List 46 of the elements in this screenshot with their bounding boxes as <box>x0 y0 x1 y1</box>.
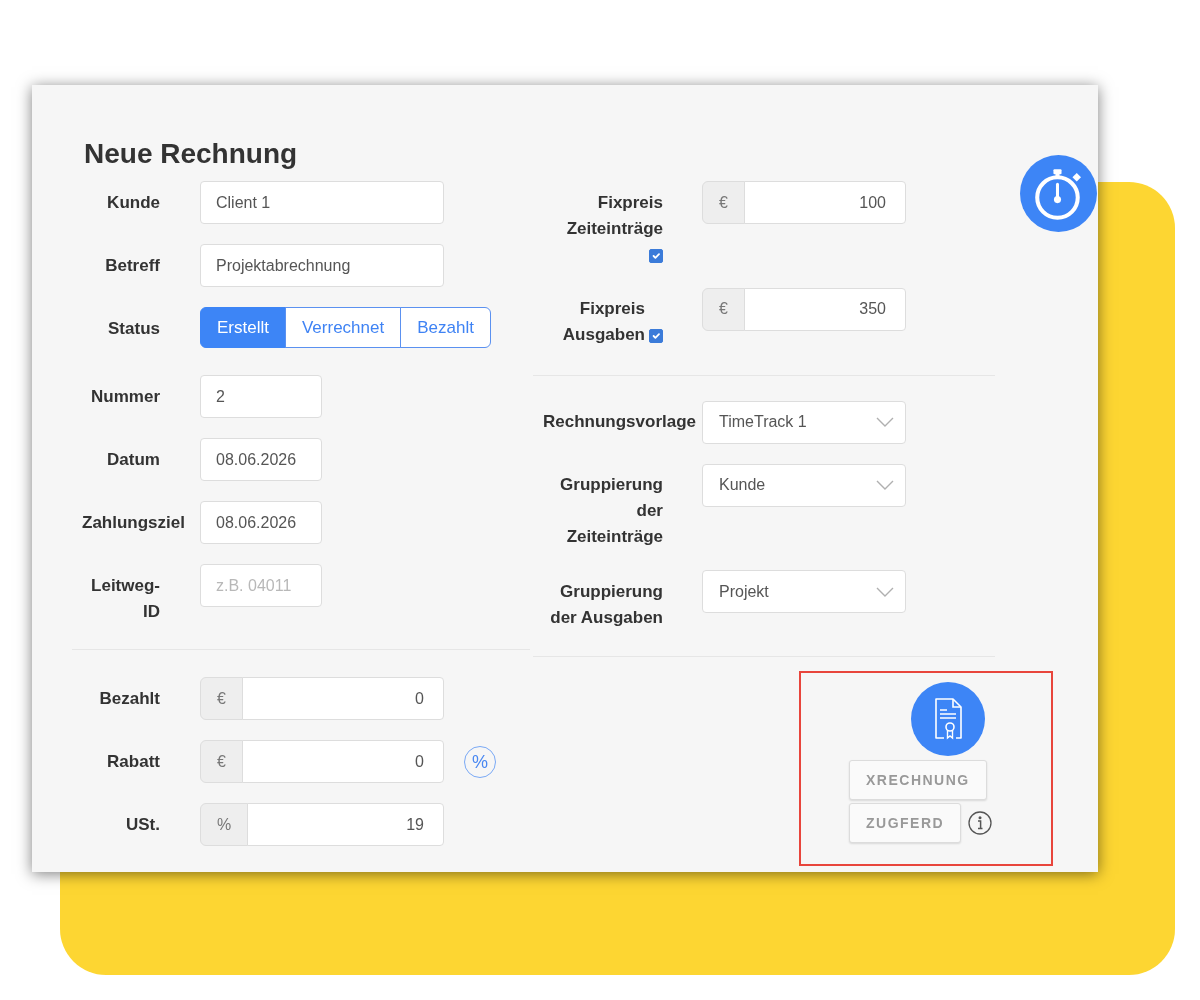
field-label: Status <box>108 318 160 338</box>
amount-field[interactable]: 0 <box>241 740 444 784</box>
field-label: Nummer <box>91 386 160 406</box>
field-label: Gruppierung der Ausgaben <box>550 581 663 627</box>
field-label: Rechnungsvorlage <box>543 412 697 432</box>
field-label: Datum <box>107 449 160 469</box>
fixed-price-checkbox[interactable] <box>649 248 663 263</box>
form-title: Neue Rechnung <box>84 136 298 171</box>
certificate-document-icon <box>911 682 985 757</box>
field-label: Gruppierung der Zeiteinträge <box>560 475 663 547</box>
field-label: USt. <box>126 814 160 834</box>
chevron-down-icon <box>876 417 894 428</box>
fixed-price-checkbox[interactable] <box>649 329 663 344</box>
status-button[interactable]: Bezahlt <box>400 307 491 349</box>
dropdown-field[interactable]: TimeTrack 1 <box>702 400 906 444</box>
info-icon[interactable] <box>968 811 993 836</box>
amount-field[interactable]: 100 <box>743 181 906 225</box>
field-label: Fixpreis Zeiteinträge <box>565 191 663 240</box>
amount-field[interactable]: 0 <box>241 677 444 721</box>
field-label: Bezahlt <box>99 688 160 708</box>
field-label: Betreff <box>105 255 160 275</box>
input-field[interactable]: 08.06.2026 <box>200 501 322 545</box>
field-label: Zahlungsziel <box>82 512 185 532</box>
amount-field[interactable]: 350 <box>743 287 906 331</box>
dropdown-field[interactable]: Projekt <box>702 570 906 614</box>
field-label: Kunde <box>107 192 160 212</box>
status-button[interactable]: Verrechnet <box>284 307 402 349</box>
field-label: Rabatt <box>107 751 160 771</box>
field-label: Leitweg-ID <box>91 575 160 621</box>
status-button[interactable]: Erstellt <box>200 307 286 349</box>
input-field[interactable]: z.B. 04011 <box>200 564 322 608</box>
stopwatch-icon[interactable] <box>1020 155 1097 232</box>
input-field[interactable]: 08.06.2026 <box>200 438 322 482</box>
chevron-down-icon <box>876 480 894 491</box>
input-prefix: € <box>200 740 243 784</box>
input-prefix: € <box>200 677 243 721</box>
amount-field[interactable]: 19 <box>247 803 444 847</box>
input-field[interactable]: 2 <box>200 375 322 419</box>
input-prefix: % <box>200 803 249 847</box>
field-label: Fixpreis Ausgaben <box>561 298 645 347</box>
dropdown-field[interactable]: Kunde <box>702 463 906 507</box>
chevron-down-icon <box>876 586 894 597</box>
input-field[interactable]: Projektabrechnung <box>200 244 444 288</box>
input-field[interactable]: Client 1 <box>200 181 444 225</box>
input-prefix: € <box>702 287 745 331</box>
input-prefix: € <box>702 181 745 225</box>
